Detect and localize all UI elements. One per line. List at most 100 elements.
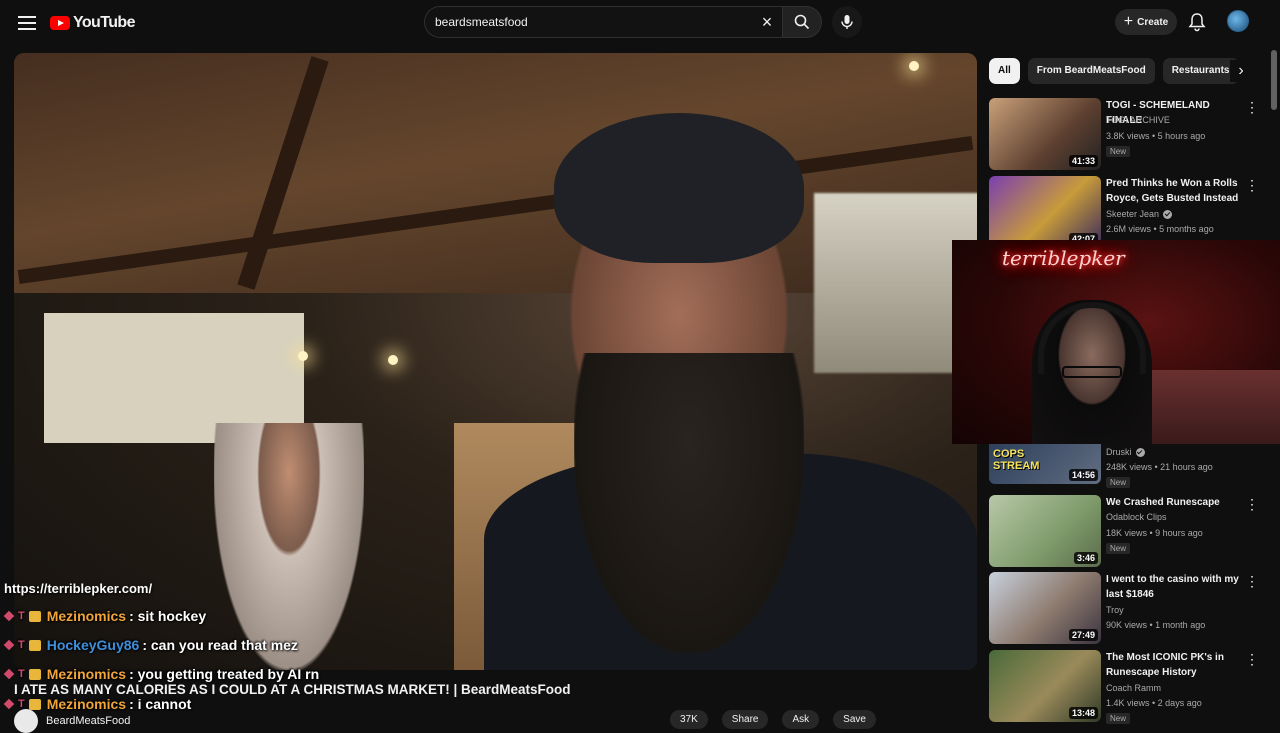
search-button[interactable] [782,6,822,38]
plus-icon: + [1123,13,1134,30]
more-options-icon[interactable]: ⋮ [1245,497,1259,511]
search-box: × [424,6,782,38]
more-options-icon[interactable]: ⋮ [1245,100,1259,114]
recommendation-item[interactable]: 41:33 TOGI - SCHEMELAND FINALE TOGI ARCH… [989,98,1259,170]
recommendation-title[interactable]: We Crashed Runescape [1106,495,1244,510]
video-title: I ATE AS MANY CALORIES AS I COULD AT A C… [14,682,571,697]
glasses [1062,366,1122,378]
recommendation-item[interactable]: 13:48 The Most ICONIC PK's in Runescape … [989,650,1259,724]
recommendation-channel[interactable]: Skeeter Jean [1106,209,1173,219]
filter-chips: All From BeardMeatsFood Restaurants [989,58,1239,84]
video-thumbnail[interactable]: 3:46 [989,495,1101,567]
chat-url-line: https://terriblepker.com/ [4,581,153,596]
webcam-background [1148,370,1280,444]
chat-username: Mezinomics [46,666,127,682]
create-label: Create [1137,16,1169,28]
logo-text: YouTube [73,14,135,31]
bell-icon [1188,13,1206,32]
search-input[interactable] [425,7,725,37]
video-duration: 3:46 [1073,552,1098,564]
scrollbar-thumb[interactable] [1271,50,1277,110]
recommendation-channel[interactable]: Troy [1106,605,1124,615]
t-badge-icon: T [18,639,25,651]
thumbnail-text: COPS STREAM [993,448,1040,472]
new-badge: New [1106,477,1131,488]
video-frame-background-person [214,423,364,670]
channel-row: BeardMeatsFood [14,709,130,733]
recommendation-item[interactable]: COPS STREAM 14:56 Druski 248K views • 21… [989,444,1259,488]
chat-message: T Mezinomics : sit hockey [3,608,207,624]
youtube-logo[interactable]: YouTube [50,12,135,34]
chevron-right-icon[interactable]: › [1230,60,1252,82]
voice-search-button[interactable] [832,6,862,38]
recommendation-channel[interactable]: Druski [1106,447,1145,457]
chat-message: T HockeyGuy86 : can you read that mez [3,637,298,653]
chip-restaurants[interactable]: Restaurants [1162,58,1239,84]
video-duration: 27:49 [1068,629,1098,641]
video-duration: 13:48 [1068,707,1098,719]
clear-search-icon[interactable]: × [758,13,776,31]
video-player[interactable] [14,53,977,670]
sub-badge-icon [3,639,15,651]
chip-from-channel[interactable]: From BeardMeatsFood [1027,58,1155,84]
video-frame-cap [554,113,804,263]
recommendation-channel[interactable]: Odablock Clips [1106,512,1167,522]
more-options-icon[interactable]: ⋮ [1245,574,1259,588]
verified-icon [1163,209,1173,219]
video-duration: 41:33 [1068,155,1098,167]
recommendation-item[interactable]: 42:07 Pred Thinks he Won a Rolls Royce, … [989,176,1259,248]
more-options-icon[interactable]: ⋮ [1245,652,1259,666]
new-badge: New [1106,543,1131,554]
webcam-overlay: terriblepker [952,240,1280,444]
t-badge-icon: T [18,610,25,622]
channel-name[interactable]: Odablock Clips [1106,512,1167,522]
more-options-icon[interactable]: ⋮ [1245,178,1259,192]
recommendation-meta: 18K views • 9 hours ago [1106,528,1203,538]
verified-icon [1135,447,1145,457]
video-frame-lamp [388,355,398,365]
recommendation-title[interactable]: I went to the casino with my last $1846 [1106,572,1244,602]
chip-all[interactable]: All [989,58,1020,84]
notifications-button[interactable] [1188,12,1206,37]
recommendation-channel[interactable]: Coach Ramm [1106,683,1161,693]
youtube-play-icon [50,16,70,30]
create-button[interactable]: + Create [1115,9,1177,35]
crown-badge-icon [28,610,41,622]
sub-badge-icon [3,698,15,710]
new-badge: New [1106,713,1131,724]
channel-avatar[interactable] [14,709,38,733]
page-scrollbar[interactable] [1270,46,1278,720]
video-frame-beard [574,353,804,653]
recommendation-meta: 248K views • 21 hours ago [1106,462,1213,472]
channel-name[interactable]: Troy [1106,605,1124,615]
recommendation-title[interactable]: Pred Thinks he Won a Rolls Royce, Gets B… [1106,176,1244,206]
channel-name[interactable]: BeardMeatsFood [46,715,130,727]
recommendation-title[interactable]: The Most ICONIC PK's in Runescape Histor… [1106,650,1244,680]
video-thumbnail[interactable]: 41:33 [989,98,1101,170]
video-thumbnail[interactable]: 13:48 [989,650,1101,722]
video-thumbnail[interactable]: 27:49 [989,572,1101,644]
channel-name[interactable]: Coach Ramm [1106,683,1161,693]
video-thumbnail[interactable]: COPS STREAM 14:56 [989,444,1101,484]
recommendation-item[interactable]: 3:46 We Crashed Runescape Odablock Clips… [989,495,1259,567]
crown-badge-icon [28,639,41,651]
chat-text: : sit hockey [129,608,207,624]
menu-icon[interactable] [16,12,38,34]
channel-name[interactable]: Druski [1106,447,1132,457]
recommendation-meta: 2.6M views • 5 months ago [1106,224,1214,234]
account-avatar[interactable] [1227,10,1249,32]
recommendation-channel[interactable]: TOGI ARCHIVE [1106,115,1170,125]
chat-username: Mezinomics [46,608,127,624]
sub-badge-icon [3,610,15,622]
video-duration: 14:56 [1068,469,1098,481]
channel-name[interactable]: Skeeter Jean [1106,209,1159,219]
t-badge-icon: T [18,668,25,680]
recommendation-item[interactable]: 27:49 I went to the casino with my last … [989,572,1259,644]
recommendation-meta: 3.8K views • 5 hours ago [1106,131,1206,141]
chat-text: : can you read that mez [142,637,298,653]
sub-badge-icon [3,668,15,680]
channel-name[interactable]: TOGI ARCHIVE [1106,115,1170,125]
chat-text: : i cannot [129,696,192,712]
video-thumbnail[interactable]: 42:07 [989,176,1101,248]
video-frame-lamp [298,351,308,361]
